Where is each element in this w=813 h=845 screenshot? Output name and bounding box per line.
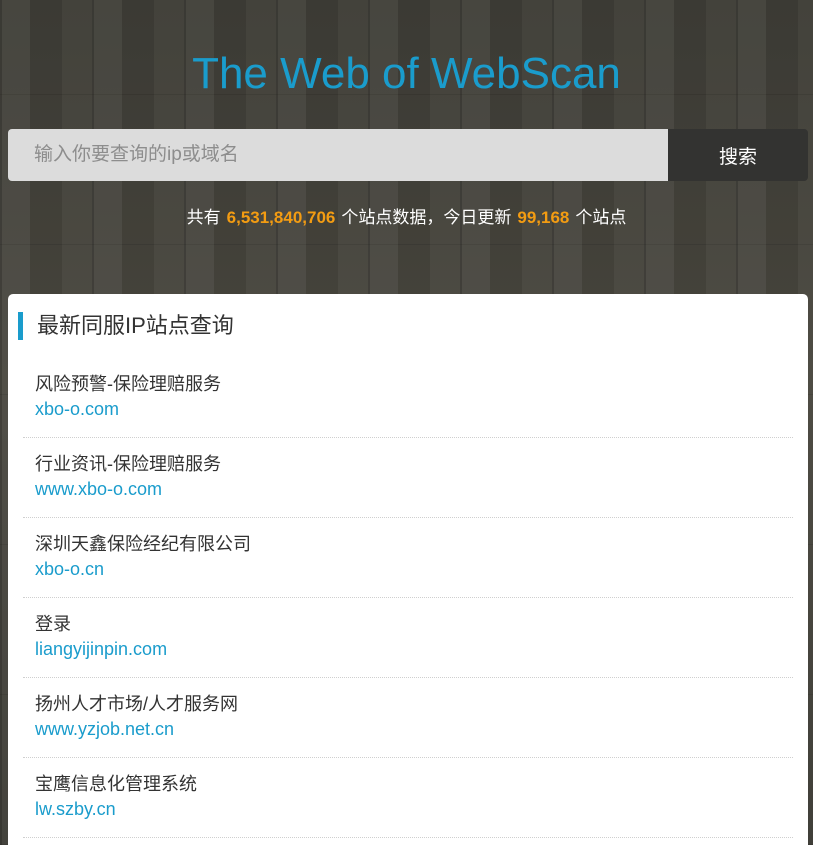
site-domain-link[interactable]: www.xbo-o.com: [35, 476, 793, 502]
site-name: 行业资讯-保险理赔服务: [35, 454, 221, 474]
site-domain-link[interactable]: xbo-o.cn: [35, 556, 793, 582]
site-domain-link[interactable]: liangyijinpin.com: [35, 636, 793, 662]
stats-middle: 个站点数据，今日更新: [341, 208, 512, 227]
site-domain-link[interactable]: www.yzjob.net.cn: [35, 716, 793, 742]
site-name: 扬州人才市场/人才服务网: [35, 694, 238, 714]
page-header: The Web of WebScan 搜索 共有 6,531,840,706 个站点…: [0, 0, 813, 294]
list-item: 深圳天鑫保险经纪有限公司 xbo-o.cn: [23, 518, 793, 598]
list-item: 登录 liangyijinpin.com: [23, 598, 793, 678]
list-item: 行业资讯-保险理赔服务 www.xbo-o.com: [23, 438, 793, 518]
latest-sites-panel: 最新同服IP站点查询 风险预警-保险理赔服务 xbo-o.com 行业资讯-保险…: [8, 294, 808, 845]
list-item: 宝鹰信息化管理系统 lw.szby.cn: [23, 758, 793, 838]
search-form: 搜索: [8, 129, 808, 181]
stats-suffix: 个站点: [575, 208, 627, 227]
panel-title: 最新同服IP站点查询: [18, 312, 234, 340]
site-domain-link[interactable]: xbo-o.com: [35, 396, 793, 422]
site-stats: 共有 6,531,840,706 个站点数据，今日更新 99,168 个站点: [0, 206, 813, 230]
site-name: 宝鹰信息化管理系统: [35, 774, 197, 794]
search-button[interactable]: 搜索: [668, 129, 808, 181]
site-list: 风险预警-保险理赔服务 xbo-o.com 行业资讯-保险理赔服务 www.xb…: [23, 358, 793, 838]
list-item: 风险预警-保险理赔服务 xbo-o.com: [23, 358, 793, 438]
site-title: The Web of WebScan: [192, 49, 621, 98]
site-name: 深圳天鑫保险经纪有限公司: [35, 534, 251, 554]
total-sites-count: 6,531,840,706: [226, 208, 336, 227]
search-input[interactable]: [8, 129, 668, 181]
list-item: 扬州人才市场/人才服务网 www.yzjob.net.cn: [23, 678, 793, 758]
stats-prefix: 共有: [186, 208, 221, 227]
site-name: 风险预警-保险理赔服务: [35, 374, 221, 394]
site-name: 登录: [35, 614, 71, 634]
site-domain-link[interactable]: lw.szby.cn: [35, 796, 793, 822]
updated-today-count: 99,168: [517, 208, 570, 227]
